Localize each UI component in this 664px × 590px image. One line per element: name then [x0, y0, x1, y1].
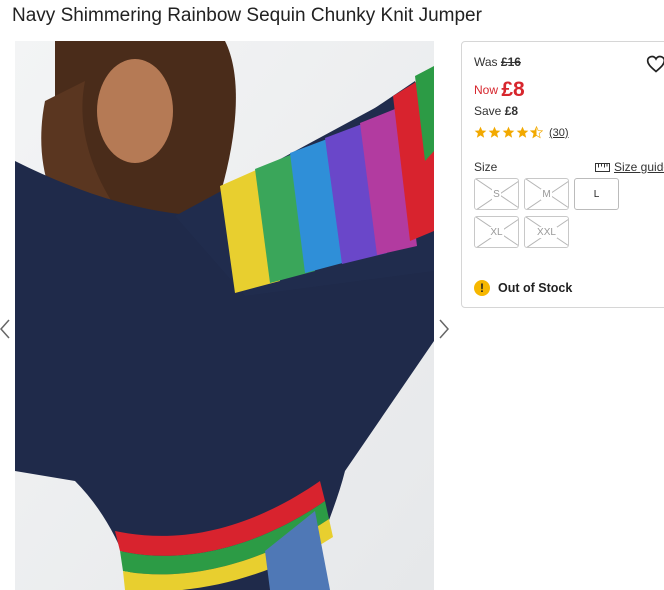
save-amount: £8 — [504, 104, 519, 118]
save-label: Save — [474, 104, 502, 118]
size-option-label: XL — [489, 226, 504, 238]
size-option-label: M — [541, 188, 552, 200]
size-option-label: S — [492, 188, 501, 200]
star-rating[interactable]: (30) — [474, 126, 569, 139]
heart-icon[interactable] — [646, 54, 664, 74]
size-guide-label: Size guide — [614, 160, 664, 174]
jumper-photo — [15, 41, 434, 590]
star-half-icon — [530, 126, 543, 139]
product-image[interactable] — [15, 41, 434, 590]
star-icon — [516, 126, 529, 138]
size-option-s[interactable]: S — [474, 178, 519, 210]
chevron-right-icon — [439, 319, 450, 339]
next-image-button[interactable] — [437, 318, 451, 346]
size-option-xxl[interactable]: XXL — [524, 216, 569, 248]
purchase-panel: Was £16 Now £8 Save £8 (30) Size Size gu… — [461, 41, 664, 308]
size-option-label: XXL — [536, 226, 557, 238]
previous-image-button[interactable] — [0, 318, 12, 346]
star-icon — [474, 126, 487, 138]
ruler-icon — [595, 162, 610, 172]
star-icon — [502, 126, 515, 138]
save-row: Save £8 — [474, 104, 518, 118]
star-icon — [488, 126, 501, 138]
size-option-xl[interactable]: XL — [474, 216, 519, 248]
was-price-row: Was £16 — [474, 55, 521, 69]
now-price: £8 — [501, 78, 525, 101]
now-label: Now — [474, 83, 499, 97]
product-title: Navy Shimmering Rainbow Sequin Chunky Kn… — [12, 5, 482, 26]
size-guide-link[interactable]: Size guide — [595, 160, 664, 174]
size-label: Size — [474, 160, 498, 174]
size-option-label: L — [592, 188, 601, 200]
chevron-left-icon — [0, 319, 10, 339]
size-option-l[interactable]: L — [574, 178, 619, 210]
review-count-link[interactable]: (30) — [549, 127, 569, 139]
was-price: £16 — [500, 55, 521, 69]
size-option-m[interactable]: M — [524, 178, 569, 210]
stock-status: ! Out of Stock — [474, 280, 572, 296]
stock-status-text: Out of Stock — [498, 281, 573, 295]
warning-icon: ! — [474, 280, 490, 296]
was-label: Was — [474, 55, 498, 69]
now-price-row: Now £8 — [474, 78, 525, 102]
